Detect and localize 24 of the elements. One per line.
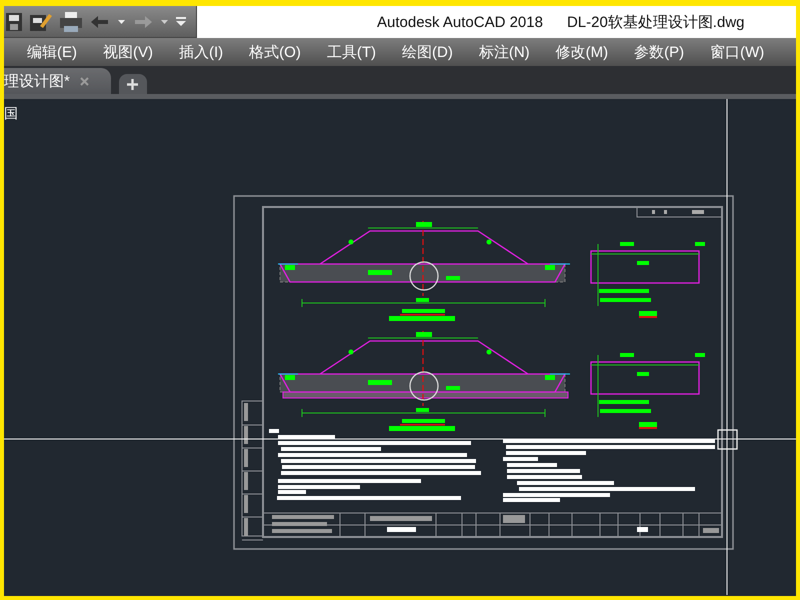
print-icon[interactable] — [60, 12, 82, 32]
app-title: Autodesk AutoCAD 2018 — [377, 14, 543, 30]
menu-item[interactable]: 标注(N) — [472, 42, 537, 62]
menu-item[interactable]: 修改(M) — [548, 42, 616, 62]
menu-item[interactable]: 绘图(D) — [395, 42, 460, 62]
new-tab-button[interactable] — [118, 74, 147, 94]
plus-icon[interactable] — [127, 78, 138, 90]
undo-icon[interactable] — [90, 14, 110, 28]
menu-item[interactable]: 视图(V) — [96, 42, 160, 62]
menu-item[interactable]: 编辑(E) — [20, 42, 84, 62]
menu-item[interactable]: 工具(T) — [320, 42, 383, 62]
save-icon[interactable] — [6, 12, 22, 30]
edit-drawing-icon[interactable] — [30, 12, 52, 32]
customize-toolbar-icon[interactable] — [176, 17, 186, 26]
file-title: DL-20软基处理设计图.dwg — [566, 12, 744, 32]
menu-item[interactable]: 窗口(W) — [703, 42, 772, 62]
menu-item[interactable]: 参数(P) — [627, 42, 692, 62]
close-icon[interactable] — [80, 76, 89, 86]
caret-icon[interactable] — [161, 20, 168, 24]
drawing-tab[interactable]: 理设计图* — [4, 68, 111, 94]
menu-item[interactable]: 格式(O) — [242, 42, 308, 62]
caret-icon[interactable] — [118, 20, 125, 24]
menu-item[interactable]: 插入(I) — [172, 42, 230, 62]
viewport-label: 国 — [4, 105, 18, 123]
